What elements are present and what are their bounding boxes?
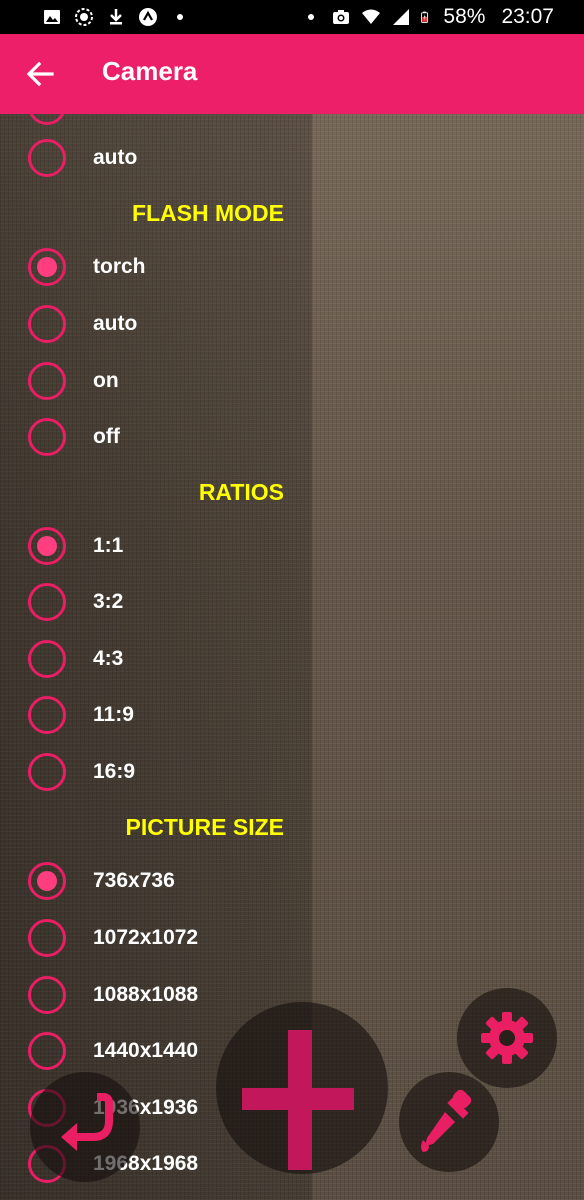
signal-icon: [393, 9, 410, 25]
radio-button[interactable]: [28, 976, 66, 1014]
section-heading-picture-size: PICTURE SIZE: [125, 814, 284, 840]
section-heading-ratios: RATIOS: [198, 479, 284, 505]
radio-button-checked[interactable]: [28, 862, 66, 900]
option-label: off: [93, 425, 120, 448]
radio-button-checked[interactable]: [28, 527, 66, 565]
list-item[interactable]: on: [0, 353, 312, 409]
list-item[interactable]: 11:9: [0, 687, 312, 743]
radio-button-checked[interactable]: [28, 248, 66, 286]
option-label: 11:9: [93, 703, 134, 726]
radio-button[interactable]: [28, 583, 66, 621]
wifi-icon: [362, 9, 381, 24]
option-label: 1:1: [93, 534, 124, 557]
dot-icon: [177, 14, 183, 20]
radio-button[interactable]: [28, 1032, 66, 1070]
dot-icon: [308, 14, 315, 20]
battery-icon: [421, 11, 429, 23]
plus-icon: [242, 1030, 354, 1170]
option-label: 1440x1440: [93, 1039, 199, 1062]
list-item[interactable]: 736x736: [0, 853, 312, 909]
status-bar: 58% 23:07: [0, 0, 584, 34]
messenger-icon: [75, 8, 93, 26]
list-item[interactable]: auto: [0, 296, 312, 352]
radio-button[interactable]: [28, 139, 66, 177]
radio-button[interactable]: [28, 640, 66, 678]
download-icon: [110, 9, 122, 25]
option-label: on: [93, 369, 119, 392]
section-heading-flash-mode: FLASH MODE: [131, 200, 284, 226]
page-title: Camera: [102, 56, 198, 86]
radio-button[interactable]: [28, 305, 66, 343]
list-item[interactable]: 16:9: [0, 744, 312, 800]
radio-button[interactable]: [28, 362, 66, 400]
list-item[interactable]: torch: [0, 239, 312, 295]
arrow-left-icon: [26, 61, 54, 87]
image-icon: [44, 10, 60, 24]
option-label: 1072x1072: [93, 926, 199, 949]
list-item[interactable]: 3:2: [0, 574, 312, 630]
radio-button[interactable]: [28, 114, 66, 125]
camera-icon: [333, 10, 350, 24]
list-item[interactable]: 1:1: [0, 518, 312, 574]
add-button[interactable]: [216, 1002, 388, 1174]
option-label: torch: [93, 255, 146, 278]
option-label: 1088x1088: [93, 983, 199, 1006]
app-icon: [139, 8, 157, 26]
app-bar: Camera: [0, 34, 584, 114]
gear-icon: [481, 1012, 533, 1064]
option-label: 16:9: [93, 760, 136, 783]
settings-button[interactable]: [457, 988, 557, 1088]
battery-percent: 58%: [443, 5, 486, 28]
clock: 23:07: [501, 5, 554, 28]
option-label: 4:3: [93, 647, 124, 670]
list-item[interactable]: auto: [0, 130, 312, 186]
option-label: 736x736: [93, 869, 175, 892]
option-label: auto: [93, 146, 138, 169]
eyedropper-icon: [421, 1089, 472, 1152]
radio-button[interactable]: [28, 753, 66, 791]
undo-icon: [61, 1093, 113, 1151]
radio-button[interactable]: [28, 919, 66, 957]
list-item[interactable]: off: [0, 409, 312, 465]
option-label: auto: [93, 312, 138, 335]
list-item[interactable]: 4:3: [0, 631, 312, 687]
back-button[interactable]: [20, 54, 60, 94]
color-picker-button[interactable]: [399, 1072, 499, 1172]
radio-button[interactable]: [28, 418, 66, 456]
option-label: 3:2: [93, 590, 124, 613]
list-item[interactable]: 1072x1072: [0, 910, 312, 966]
radio-button[interactable]: [28, 696, 66, 734]
undo-button[interactable]: [30, 1072, 140, 1182]
